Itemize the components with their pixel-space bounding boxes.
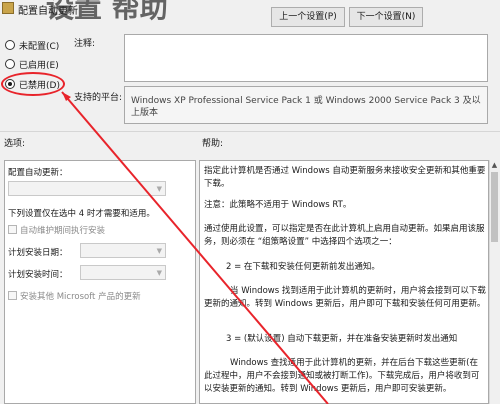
chevron-down-icon: ▼	[156, 247, 162, 255]
radio-not-configured-label: 未配置(C)	[19, 41, 60, 52]
schedule-day-label: 计划安装日期：	[8, 248, 68, 258]
maintenance-install-label: 自动维护期间执行安装	[20, 226, 106, 236]
help-paragraph: 当 Windows 找到适用于此计算机的更新时，用户将会接到可以下载更新的通知。…	[204, 286, 486, 309]
other-products-label: 安装其他 Microsoft 产品的更新	[20, 292, 141, 302]
options-panel	[4, 160, 196, 404]
schedule-time-dropdown[interactable]: ▼	[80, 265, 166, 280]
help-paragraph: 注意：此策略不适用于 Windows RT。	[204, 200, 352, 210]
supported-on-label: 支持的平台:	[74, 93, 123, 103]
next-setting-button[interactable]: 下一个设置(N)	[349, 7, 423, 27]
help-paragraph: 指定此计算机是否通过 Windows 自动更新服务来接收安全更新和其他重要下载。	[204, 166, 486, 189]
section-divider	[0, 131, 500, 132]
radio-enabled-label: 已启用(E)	[19, 60, 59, 71]
scroll-up-icon[interactable]: ▲	[490, 161, 499, 170]
options-heading: 选项:	[4, 139, 26, 149]
scroll-thumb[interactable]	[491, 172, 498, 242]
radio-enabled[interactable]: 已启用(E)	[5, 56, 59, 72]
other-products-checkbox[interactable]	[8, 291, 17, 300]
help-paragraph: 3 = (默认设置) 自动下载更新，并在准备安装更新时发出通知	[226, 334, 458, 344]
policy-icon	[2, 2, 14, 14]
help-paragraph: Windows 查找适用于此计算机的更新，并在后台下载这些更新(在此过程中，用户…	[204, 358, 480, 394]
configure-updates-label: 配置自动更新：	[8, 168, 68, 178]
options-note: 下列设置仅在选中 4 时才需要和适用。	[8, 209, 155, 219]
radio-not-configured-indicator[interactable]	[5, 40, 15, 50]
chevron-down-icon: ▼	[156, 185, 162, 193]
configure-updates-dropdown[interactable]: ▼	[8, 181, 166, 196]
comment-textarea[interactable]	[124, 34, 488, 82]
help-paragraph: 通过使用此设置，可以指定是否在此计算机上启用自动更新。如果启用该服务，则必须在 …	[204, 224, 485, 247]
chevron-down-icon: ▼	[156, 269, 162, 277]
supported-on-value: Windows XP Professional Service Pack 1 或…	[124, 86, 488, 124]
radio-enabled-indicator[interactable]	[5, 59, 15, 69]
highlight-circle	[1, 72, 65, 96]
help-panel: 指定此计算机是否通过 Windows 自动更新服务来接收安全更新和其他重要下载。…	[199, 160, 489, 404]
schedule-day-dropdown[interactable]: ▼	[80, 243, 166, 258]
comment-label: 注释:	[74, 39, 96, 49]
help-paragraph: 2 = 在下载和安装任何更新前发出通知。	[226, 262, 380, 272]
help-heading: 帮助:	[202, 139, 224, 149]
previous-setting-button[interactable]: 上一个设置(P)	[271, 7, 345, 27]
maintenance-install-checkbox[interactable]	[8, 225, 17, 234]
radio-not-configured[interactable]: 未配置(C)	[5, 37, 59, 53]
header-title: 设置 帮助	[46, 0, 168, 24]
schedule-time-label: 计划安装时间：	[8, 270, 68, 280]
